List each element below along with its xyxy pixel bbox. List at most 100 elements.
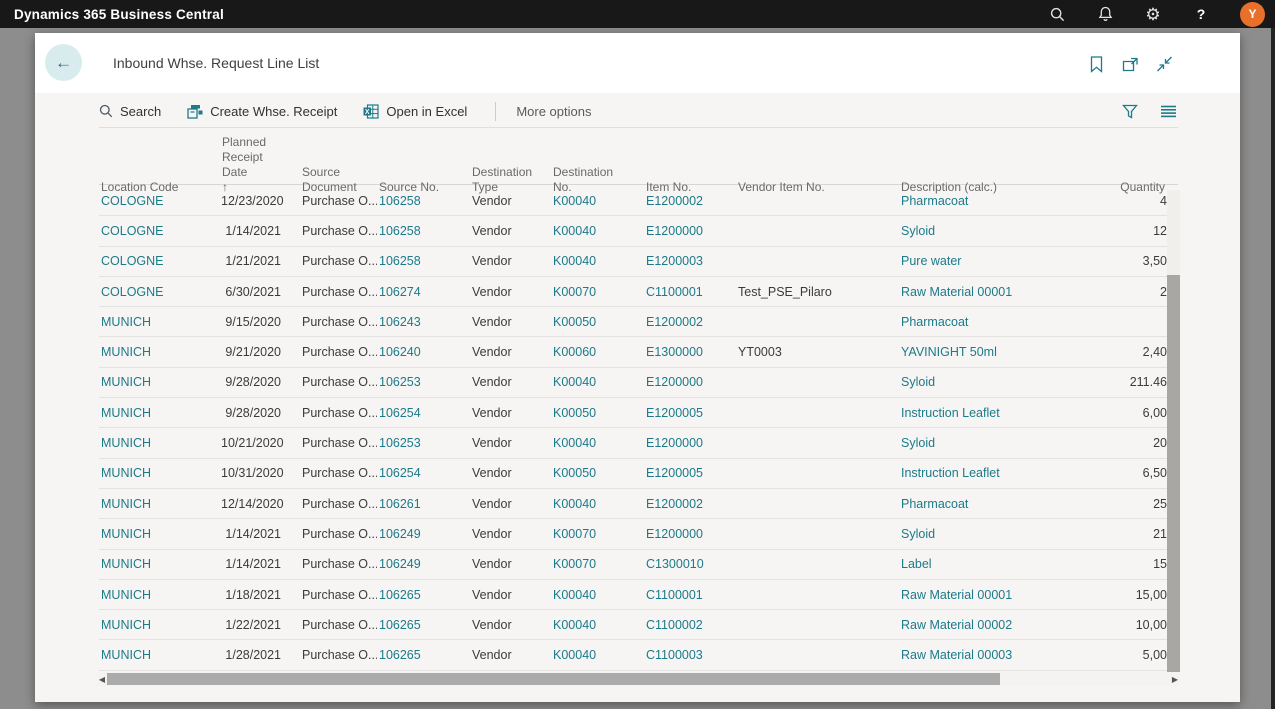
- cell-destination-no[interactable]: K00050: [551, 466, 644, 480]
- cell-location-code[interactable]: MUNICH: [99, 436, 219, 450]
- table-row[interactable]: MUNICH 9/15/2020 Purchase O... 106243 Ve…: [99, 307, 1178, 337]
- cell-item-no[interactable]: C1100001: [644, 285, 736, 299]
- create-whse-receipt-button[interactable]: Create Whse. Receipt: [187, 104, 337, 119]
- horizontal-scrollbar[interactable]: ◀ ▶: [97, 672, 1180, 686]
- cell-source-document[interactable]: Purchase O...: [285, 466, 377, 480]
- cell-planned-receipt-date[interactable]: 9/28/2020: [219, 406, 285, 420]
- cell-item-no[interactable]: C1100001: [644, 588, 736, 602]
- cell-item-no[interactable]: E1200005: [644, 466, 736, 480]
- cell-source-document[interactable]: Purchase O...: [285, 315, 377, 329]
- cell-location-code[interactable]: COLOGNE: [99, 254, 219, 268]
- back-button[interactable]: ←: [45, 44, 82, 81]
- cell-location-code[interactable]: MUNICH: [99, 618, 219, 632]
- cell-source-no[interactable]: 106265: [377, 618, 470, 632]
- cell-location-code[interactable]: MUNICH: [99, 588, 219, 602]
- cell-planned-receipt-date[interactable]: 12/14/2020: [219, 497, 285, 511]
- cell-source-document[interactable]: Purchase O...: [285, 588, 377, 602]
- cell-destination-no[interactable]: K00040: [551, 224, 644, 238]
- scroll-left-arrow-icon[interactable]: ◀: [97, 675, 107, 684]
- cell-location-code[interactable]: MUNICH: [99, 497, 219, 511]
- cell-destination-type[interactable]: Vendor: [470, 194, 551, 208]
- cell-description[interactable]: Raw Material 00001: [899, 588, 1099, 602]
- open-in-new-window-icon[interactable]: [1120, 54, 1140, 74]
- cell-destination-type[interactable]: Vendor: [470, 497, 551, 511]
- cell-item-no[interactable]: E1200000: [644, 436, 736, 450]
- cell-destination-no[interactable]: K00040: [551, 194, 644, 208]
- table-row[interactable]: MUNICH 1/14/2021 Purchase O... 106249 Ve…: [99, 550, 1178, 580]
- cell-location-code[interactable]: MUNICH: [99, 315, 219, 329]
- cell-destination-type[interactable]: Vendor: [470, 406, 551, 420]
- table-row[interactable]: MUNICH 1/28/2021 Purchase O... 106265 Ve…: [99, 640, 1178, 670]
- horizontal-scrollbar-thumb[interactable]: [107, 673, 1000, 685]
- table-row[interactable]: MUNICH 9/28/2020 Purchase O... 106253 Ve…: [99, 368, 1178, 398]
- cell-destination-no[interactable]: K00050: [551, 315, 644, 329]
- table-row[interactable]: MUNICH 9/21/2020 Purchase O... 106240 Ve…: [99, 337, 1178, 367]
- cell-destination-no[interactable]: K00040: [551, 588, 644, 602]
- cell-destination-no[interactable]: K00040: [551, 254, 644, 268]
- cell-description[interactable]: Pharmacoat: [899, 497, 1099, 511]
- vertical-scrollbar-thumb[interactable]: [1167, 275, 1180, 672]
- cell-source-document[interactable]: Purchase O...: [285, 375, 377, 389]
- cell-source-no[interactable]: 106253: [377, 375, 470, 389]
- cell-destination-type[interactable]: Vendor: [470, 254, 551, 268]
- cell-source-document[interactable]: Purchase O...: [285, 224, 377, 238]
- cell-planned-receipt-date[interactable]: 12/23/2020: [219, 194, 285, 208]
- cell-item-no[interactable]: E1200000: [644, 527, 736, 541]
- cell-description[interactable]: Pure water: [899, 254, 1099, 268]
- list-view-icon[interactable]: [1158, 101, 1178, 121]
- cell-source-document[interactable]: Purchase O...: [285, 527, 377, 541]
- cell-description[interactable]: Raw Material 00002: [899, 618, 1099, 632]
- cell-item-no[interactable]: E1300000: [644, 345, 736, 359]
- help-icon[interactable]: ?: [1192, 5, 1210, 23]
- table-row[interactable]: MUNICH 10/31/2020 Purchase O... 106254 V…: [99, 459, 1178, 489]
- cell-source-no[interactable]: 106265: [377, 588, 470, 602]
- cell-source-document[interactable]: Purchase O...: [285, 254, 377, 268]
- cell-description[interactable]: Label: [899, 557, 1099, 571]
- vertical-scrollbar[interactable]: [1167, 190, 1180, 672]
- cell-vendor-item-no[interactable]: YT0003: [736, 345, 899, 359]
- table-row[interactable]: COLOGNE 12/23/2020 Purchase O... 106258 …: [99, 186, 1178, 216]
- cell-description[interactable]: Syloid: [899, 527, 1099, 541]
- cell-description[interactable]: Syloid: [899, 375, 1099, 389]
- cell-source-document[interactable]: Purchase O...: [285, 557, 377, 571]
- cell-source-no[interactable]: 106254: [377, 466, 470, 480]
- cell-item-no[interactable]: E1200002: [644, 194, 736, 208]
- cell-source-document[interactable]: Purchase O...: [285, 345, 377, 359]
- cell-planned-receipt-date[interactable]: 1/14/2021: [219, 557, 285, 571]
- cell-destination-type[interactable]: Vendor: [470, 527, 551, 541]
- cell-vendor-item-no[interactable]: Test_PSE_Pilaro: [736, 285, 899, 299]
- cell-source-document[interactable]: Purchase O...: [285, 648, 377, 662]
- cell-description[interactable]: Pharmacoat: [899, 315, 1099, 329]
- open-in-excel-button[interactable]: X Open in Excel: [363, 104, 467, 119]
- cell-item-no[interactable]: E1200003: [644, 254, 736, 268]
- cell-planned-receipt-date[interactable]: 9/28/2020: [219, 375, 285, 389]
- table-row[interactable]: COLOGNE 1/14/2021 Purchase O... 106258 V…: [99, 216, 1178, 246]
- cell-destination-no[interactable]: K00050: [551, 406, 644, 420]
- cell-description[interactable]: Syloid: [899, 436, 1099, 450]
- cell-destination-type[interactable]: Vendor: [470, 648, 551, 662]
- cell-destination-type[interactable]: Vendor: [470, 224, 551, 238]
- cell-source-document[interactable]: Purchase O...: [285, 285, 377, 299]
- table-row[interactable]: MUNICH 1/14/2021 Purchase O... 106249 Ve…: [99, 519, 1178, 549]
- cell-destination-no[interactable]: K00040: [551, 648, 644, 662]
- cell-description[interactable]: Raw Material 00003: [899, 648, 1099, 662]
- cell-location-code[interactable]: MUNICH: [99, 375, 219, 389]
- cell-item-no[interactable]: E1200002: [644, 497, 736, 511]
- cell-location-code[interactable]: COLOGNE: [99, 285, 219, 299]
- cell-source-document[interactable]: Purchase O...: [285, 194, 377, 208]
- cell-planned-receipt-date[interactable]: 1/22/2021: [219, 618, 285, 632]
- cell-item-no[interactable]: E1200000: [644, 375, 736, 389]
- cell-source-document[interactable]: Purchase O...: [285, 436, 377, 450]
- collapse-icon[interactable]: [1154, 54, 1174, 74]
- notifications-bell-icon[interactable]: [1096, 5, 1114, 23]
- cell-source-no[interactable]: 106249: [377, 557, 470, 571]
- cell-destination-no[interactable]: K00040: [551, 497, 644, 511]
- cell-planned-receipt-date[interactable]: 10/21/2020: [219, 436, 285, 450]
- cell-destination-type[interactable]: Vendor: [470, 557, 551, 571]
- cell-destination-no[interactable]: K00060: [551, 345, 644, 359]
- cell-location-code[interactable]: COLOGNE: [99, 194, 219, 208]
- cell-planned-receipt-date[interactable]: 1/28/2021: [219, 648, 285, 662]
- cell-destination-type[interactable]: Vendor: [470, 618, 551, 632]
- cell-item-no[interactable]: E1200000: [644, 224, 736, 238]
- cell-location-code[interactable]: MUNICH: [99, 557, 219, 571]
